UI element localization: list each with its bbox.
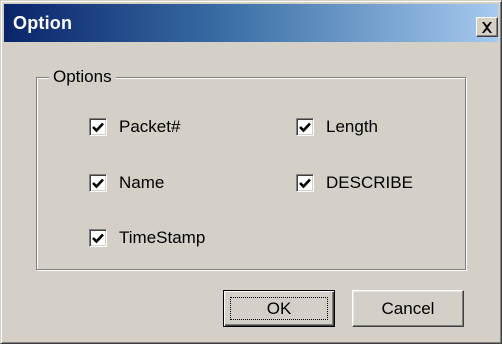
checkbox-label: Packet# [119,117,181,136]
title-bar[interactable]: Option [4,4,498,42]
ok-button[interactable]: OK [223,290,335,327]
checkbox-timestamp[interactable]: TimeStamp [89,227,205,249]
checkmark-icon [92,178,104,188]
checkbox-name[interactable]: Name [89,172,164,194]
checkbox-box[interactable] [296,118,314,136]
checkbox-box[interactable] [89,174,107,192]
checkmark-icon [92,122,104,132]
cancel-button-label: Cancel [381,298,435,318]
checkmark-icon [92,233,104,243]
option-dialog: Option Options Packet# Length Name DESCR… [0,0,502,344]
cancel-button[interactable]: Cancel [352,290,464,327]
checkbox-packet-number[interactable]: Packet# [89,116,180,138]
checkbox-label: DESCRIBE [326,173,413,192]
close-icon [482,21,492,33]
checkmark-icon [299,178,311,188]
checkbox-box[interactable] [89,118,107,136]
checkmark-icon [299,122,311,132]
options-group-legend: Options [49,67,116,87]
checkbox-label: Length [326,117,378,136]
close-button[interactable] [476,17,498,37]
ok-button-label: OK [266,298,292,318]
checkbox-box[interactable] [296,174,314,192]
checkbox-box[interactable] [89,229,107,247]
checkbox-label: TimeStamp [119,228,206,247]
window-title: Option [13,13,73,33]
checkbox-describe[interactable]: DESCRIBE [296,172,413,194]
checkbox-label: Name [119,173,165,192]
checkbox-length[interactable]: Length [296,116,378,138]
